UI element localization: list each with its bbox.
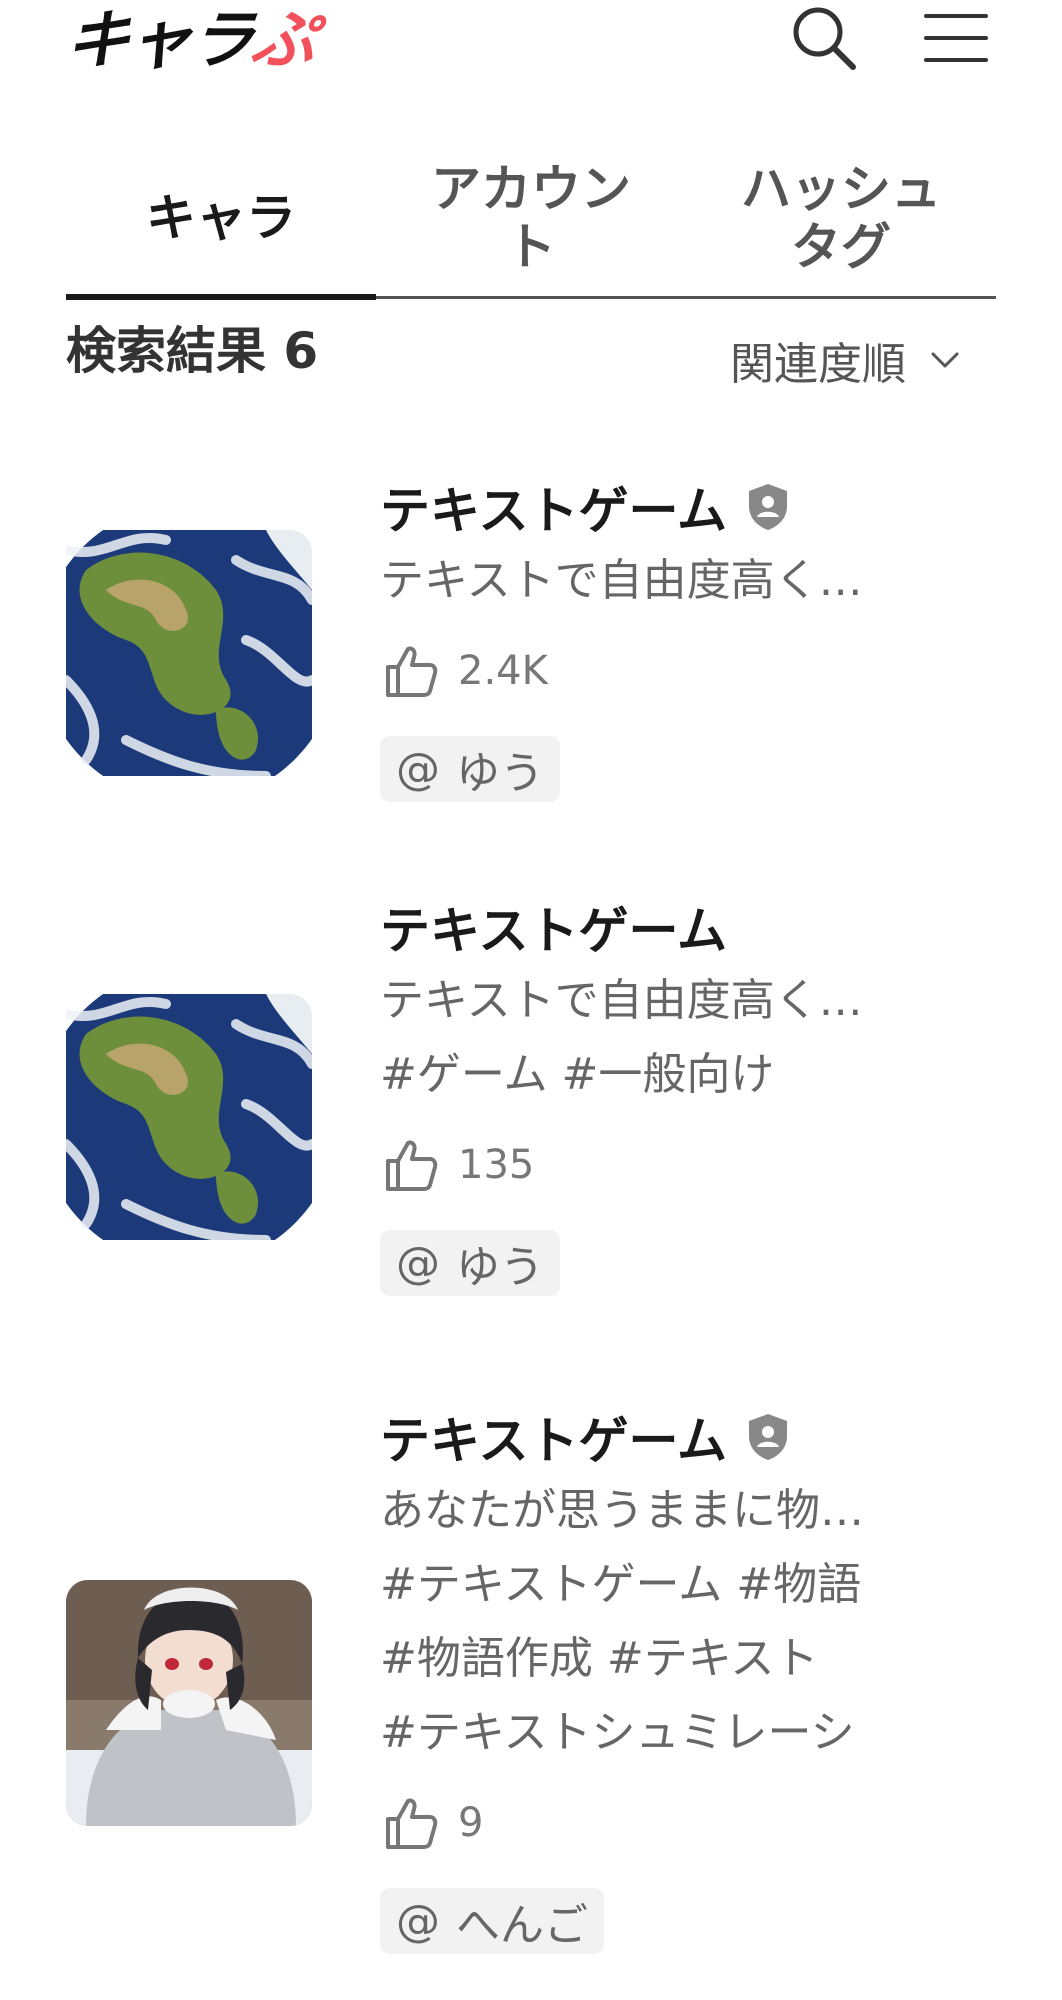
result-count: 検索結果 6 (66, 316, 318, 386)
logo-text: キャラ (62, 4, 256, 78)
card-tags: #テキストゲーム #物語 #物語作成 #テキスト #テキストシュミレーシ (380, 1548, 996, 1770)
card-title-row: テキストゲーム (380, 470, 996, 544)
search-icon (793, 7, 856, 70)
thumbs-up-icon (380, 641, 440, 701)
card-title: テキストゲーム (380, 482, 727, 540)
result-count-value: 6 (283, 322, 319, 380)
tab-character-label: キャラ (146, 189, 296, 247)
character-thumbnail[interactable] (66, 1580, 312, 1826)
chevron-down-icon (931, 352, 959, 368)
author-name: ゆう (456, 1242, 544, 1293)
tab-account[interactable]: アカウント (376, 140, 686, 296)
author-chip[interactable]: @ ゆう (380, 736, 560, 802)
thumbs-up-icon (380, 1793, 440, 1853)
anime-girl-image (66, 1580, 312, 1826)
character-thumbnail[interactable] (66, 994, 312, 1240)
at-icon: @ (396, 743, 440, 795)
card-title-row: テキストゲーム (380, 890, 996, 964)
character-card[interactable]: テキストゲーム テキストで自由度高く… #ゲーム #一般向け 135 @ ゆう (66, 890, 996, 1330)
search-tabs: キャラ アカウント ハッシュタグ (66, 140, 996, 300)
tag-line[interactable]: #テキストゲーム #物語 (380, 1548, 996, 1622)
like-count[interactable]: 135 (380, 1126, 996, 1204)
card-info: テキストゲーム テキストで自由度高く… 2.4K @ ゆう (380, 470, 996, 802)
result-count-label: 検索結果 (66, 322, 266, 380)
character-thumbnail[interactable] (66, 530, 312, 776)
tab-character[interactable]: キャラ (66, 140, 376, 300)
app-logo[interactable]: キャラぷ (62, 4, 318, 78)
card-title-row: テキストゲーム (380, 1400, 996, 1474)
author-name: へんご (456, 1900, 588, 1951)
search-button[interactable] (786, 0, 862, 76)
thumbs-up-icon (380, 1135, 440, 1195)
card-description: テキストで自由度高く… (380, 975, 863, 1026)
app-header: キャラぷ (0, 0, 1062, 120)
earth-image (66, 994, 312, 1240)
character-card[interactable]: テキストゲーム テキストで自由度高く… 2.4K @ ゆう (66, 470, 996, 840)
card-title: テキストゲーム (380, 902, 727, 960)
like-count[interactable]: 9 (380, 1784, 996, 1862)
like-count[interactable]: 2.4K (380, 632, 996, 710)
tab-hashtag-label: ハッシュタグ (741, 160, 941, 276)
card-info: テキストゲーム テキストで自由度高く… #ゲーム #一般向け 135 @ ゆう (380, 890, 996, 1296)
like-count-value: 135 (458, 1142, 535, 1188)
author-chip[interactable]: @ ゆう (380, 1230, 560, 1296)
verified-shield-icon (745, 1412, 791, 1462)
like-count-value: 9 (458, 1800, 484, 1846)
card-info: テキストゲーム あなたが思うままに物… #テキストゲーム #物語 #物語作成 #… (380, 1400, 996, 1954)
tab-account-label: アカウント (431, 160, 631, 276)
character-card[interactable]: テキストゲーム あなたが思うままに物… #テキストゲーム #物語 #物語作成 #… (66, 1400, 996, 2000)
menu-button[interactable] (918, 0, 994, 76)
earth-image (66, 530, 312, 776)
card-description: テキストで自由度高く… (380, 555, 863, 606)
like-count-value: 2.4K (458, 648, 548, 694)
hamburger-menu-icon (924, 14, 988, 62)
author-chip[interactable]: @ へんご (380, 1888, 604, 1954)
at-icon: @ (396, 1895, 440, 1947)
card-description: あなたが思うままに物… (380, 1485, 864, 1536)
sort-label: 関連度順 (730, 339, 906, 390)
sort-dropdown[interactable]: 関連度順 (730, 330, 1000, 390)
card-title: テキストゲーム (380, 1412, 727, 1470)
logo-accent-text: ぷ (248, 4, 318, 78)
tag-line[interactable]: #テキストシュミレーシ (380, 1696, 996, 1770)
tab-hashtag[interactable]: ハッシュタグ (686, 140, 996, 296)
verified-shield-icon (745, 482, 791, 532)
tag-line[interactable]: #物語作成 #テキスト (380, 1622, 996, 1696)
tag-line[interactable]: #ゲーム #一般向け (380, 1038, 996, 1112)
card-tags: #ゲーム #一般向け (380, 1038, 996, 1112)
author-name: ゆう (456, 748, 544, 799)
at-icon: @ (396, 1237, 440, 1289)
